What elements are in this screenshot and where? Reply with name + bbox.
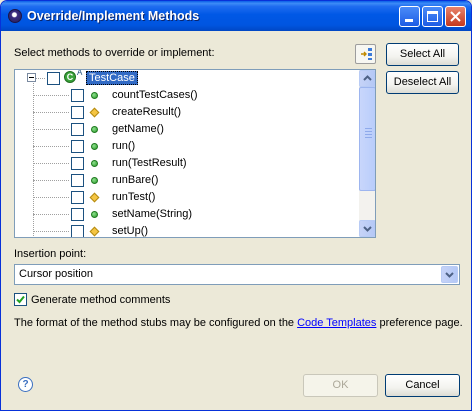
- public-method-icon: [91, 92, 98, 99]
- root-checkbox[interactable]: [47, 72, 60, 85]
- method-row[interactable]: setName(String): [15, 206, 355, 223]
- method-label: run(TestResult): [112, 157, 187, 169]
- public-method-icon: [91, 126, 98, 133]
- method-checkbox[interactable]: [71, 157, 84, 170]
- select-all-button[interactable]: Select All: [386, 43, 459, 66]
- sort-methods-button[interactable]: [355, 44, 376, 64]
- help-icon: ?: [22, 379, 29, 390]
- checkmark-icon: [16, 295, 25, 304]
- dropdown-button[interactable]: [441, 266, 458, 283]
- method-checkbox[interactable]: [71, 106, 84, 119]
- cancel-label: Cancel: [405, 379, 440, 391]
- chevron-down-icon: [363, 226, 372, 232]
- insertion-point-label: Insertion point:: [14, 248, 87, 260]
- method-label: createResult(): [112, 106, 182, 118]
- public-method-icon: [91, 177, 98, 184]
- methods-tree[interactable]: C A TestCase countTestCases() createResul…: [14, 69, 376, 238]
- methods-prompt: Select methods to override or implement:: [14, 47, 215, 59]
- sort-by-type-icon: [361, 48, 372, 60]
- minimize-icon: [405, 19, 413, 22]
- select-all-label: Select All: [399, 48, 446, 60]
- maximize-icon: [427, 11, 438, 22]
- method-label: getName(): [112, 123, 164, 135]
- method-row[interactable]: createResult(): [15, 104, 355, 121]
- method-checkbox[interactable]: [71, 89, 84, 102]
- method-row[interactable]: getName(): [15, 121, 355, 138]
- scroll-down-button[interactable]: [359, 220, 375, 237]
- cancel-button[interactable]: Cancel: [385, 374, 460, 397]
- maximize-button[interactable]: [422, 6, 443, 27]
- class-icon: C: [64, 71, 76, 83]
- info-prefix: The format of the method stubs may be co…: [14, 317, 298, 329]
- public-method-icon: [91, 211, 98, 218]
- generate-comments-label[interactable]: Generate method comments: [31, 294, 170, 306]
- public-method-icon: [91, 160, 98, 167]
- method-checkbox[interactable]: [71, 208, 84, 221]
- method-row[interactable]: runTest(): [15, 189, 355, 206]
- method-row[interactable]: run(): [15, 138, 355, 155]
- minimize-button[interactable]: [399, 6, 420, 27]
- method-checkbox[interactable]: [71, 140, 84, 153]
- protected-method-icon: [89, 107, 100, 118]
- method-label: runBare(): [112, 174, 159, 186]
- method-label: run(): [112, 140, 136, 152]
- close-button[interactable]: [445, 6, 466, 27]
- protected-method-icon: [89, 192, 100, 203]
- title-bar[interactable]: Override/Implement Methods: [1, 1, 471, 31]
- method-label: runTest(): [112, 191, 156, 203]
- deselect-all-button[interactable]: Deselect All: [386, 71, 459, 94]
- abstract-badge: A: [77, 69, 83, 77]
- tree-scrollbar[interactable]: [359, 70, 375, 237]
- tree-root-label: TestCase: [86, 71, 138, 85]
- chevron-up-icon: [363, 75, 372, 81]
- window-title: Override/Implement Methods: [27, 9, 200, 23]
- close-icon: [450, 11, 461, 22]
- tree-root-row[interactable]: C A TestCase: [15, 70, 355, 87]
- help-button[interactable]: ?: [18, 377, 33, 392]
- method-checkbox[interactable]: [71, 123, 84, 136]
- method-row[interactable]: run(TestResult): [15, 155, 355, 172]
- ok-label: OK: [332, 379, 349, 391]
- method-row[interactable]: countTestCases(): [15, 87, 355, 104]
- ok-button[interactable]: OK: [303, 374, 378, 397]
- code-templates-link[interactable]: Code Templates: [297, 317, 376, 329]
- method-checkbox[interactable]: [71, 191, 84, 204]
- method-row[interactable]: setUp(): [15, 223, 355, 237]
- scroll-thumb[interactable]: [359, 87, 375, 191]
- method-row[interactable]: runBare(): [15, 172, 355, 189]
- chevron-down-icon: [445, 272, 454, 278]
- method-label: setName(String): [112, 208, 193, 220]
- protected-method-icon: [89, 226, 100, 237]
- eclipse-icon: [8, 9, 22, 23]
- method-label: countTestCases(): [112, 89, 198, 101]
- scroll-up-button[interactable]: [359, 70, 375, 87]
- templates-info: The format of the method stubs may be co…: [14, 317, 463, 329]
- method-label: setUp(): [112, 225, 149, 237]
- generate-comments-checkbox[interactable]: [14, 293, 27, 306]
- method-checkbox[interactable]: [71, 174, 84, 187]
- insertion-point-value: Cursor position: [19, 268, 93, 280]
- insertion-point-select[interactable]: Cursor position: [14, 264, 460, 285]
- method-checkbox[interactable]: [71, 225, 84, 237]
- public-method-icon: [91, 143, 98, 150]
- dialog-window: Override/Implement Methods Select method…: [0, 0, 472, 411]
- deselect-all-label: Deselect All: [393, 76, 452, 88]
- info-suffix: preference page.: [376, 317, 463, 329]
